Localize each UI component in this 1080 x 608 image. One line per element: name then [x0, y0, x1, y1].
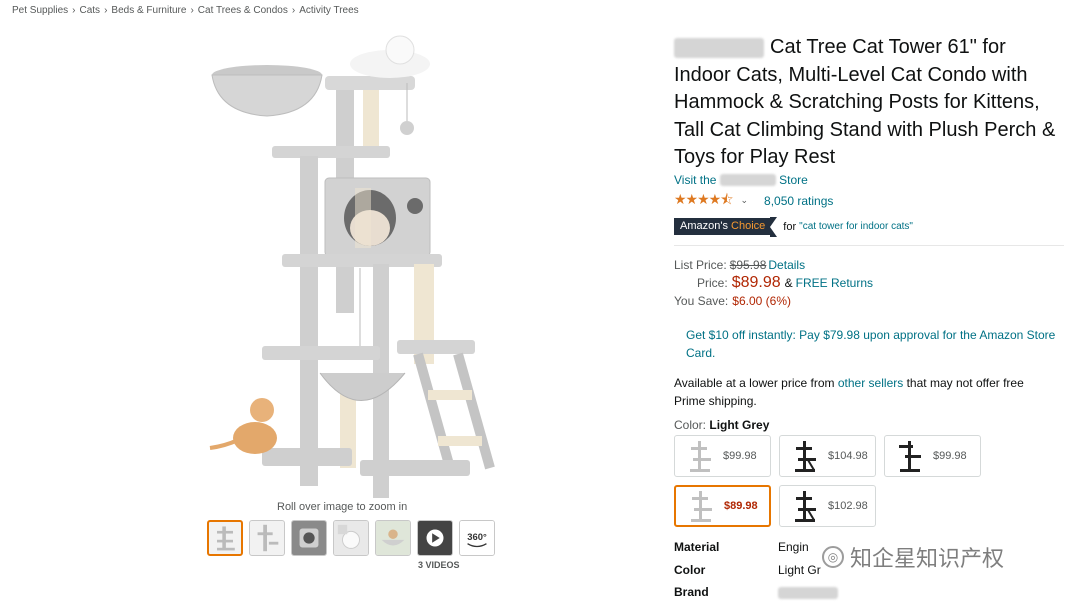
- rating-row: ★★★★⯪ ⌄ 8,050 ratings: [674, 189, 1064, 213]
- amazons-choice-badge: Amazon's Choice: [674, 218, 771, 235]
- product-specs: Material Engin Color Light Gr Brand: [674, 540, 838, 608]
- watermark-logo-icon: ◎: [822, 546, 844, 568]
- thumbnail-4[interactable]: [333, 520, 369, 556]
- breadcrumb-separator: ›: [72, 5, 76, 16]
- grey-cat-tree-icon: [690, 441, 711, 472]
- star-rating-icon[interactable]: ★★★★⯪: [674, 189, 733, 213]
- store-link[interactable]: Visit the Store: [674, 173, 1064, 187]
- black-cat-tree-icon: [795, 441, 816, 472]
- thumbnail-strip: 360°: [207, 520, 495, 556]
- price-row: Price: $89.98 & FREE Returns: [697, 273, 873, 292]
- price-block: List Price: $95.98 Details Price: $89.98…: [674, 256, 1064, 310]
- cat-tree-illustration: [209, 35, 495, 504]
- videos-count: 3 VIDEOS: [418, 560, 460, 570]
- details-link[interactable]: Details: [768, 256, 805, 274]
- selected-color: Light Grey: [709, 417, 770, 432]
- redacted-store-name: [719, 174, 776, 187]
- lower-price-notice: Available at a lower price from other se…: [674, 375, 1024, 408]
- spec-row: Color Light Gr: [674, 562, 821, 577]
- color-swatch[interactable]: $99.98: [674, 435, 771, 477]
- grey-cat-tree-icon: [691, 491, 712, 522]
- thumbnail-1[interactable]: [207, 520, 243, 556]
- color-swatch[interactable]: $104.98: [779, 435, 876, 477]
- black-cat-tree-icon: [899, 441, 921, 472]
- color-swatch[interactable]: $102.98: [779, 485, 876, 527]
- color-swatch-selected[interactable]: $89.98: [674, 485, 771, 527]
- 360-label: 360°: [467, 532, 487, 543]
- free-returns-link[interactable]: FREE Returns: [796, 274, 873, 292]
- chevron-down-icon[interactable]: ⌄: [740, 195, 748, 206]
- spec-row: Brand: [674, 585, 838, 608]
- divider: [674, 244, 1064, 246]
- breadcrumb-beds-furniture[interactable]: Beds & Furniture: [111, 5, 186, 16]
- breadcrumb: Pet Supplies › Cats › Beds & Furniture › Cat T…: [12, 5, 359, 16]
- savings-value: $6.00 (6%): [732, 293, 791, 308]
- redacted-brand-value: [778, 587, 838, 599]
- thumbnail-2[interactable]: [249, 520, 285, 556]
- breadcrumb-activity-trees[interactable]: Activity Trees: [299, 5, 358, 16]
- breadcrumb-separator: ›: [190, 5, 194, 16]
- 360-view-thumbnail[interactable]: 360°: [459, 520, 495, 556]
- store-card-promo[interactable]: Get $10 off instantly: Pay $79.98 upon a…: [686, 326, 1056, 362]
- thumbnail-5[interactable]: [375, 520, 411, 556]
- thumbnail-3[interactable]: [291, 520, 327, 556]
- product-title: Cat Tree Cat Tower 61" for Indoor Cats, …: [674, 36, 1056, 168]
- spec-row: Material Engin: [674, 540, 809, 554]
- choice-keyword-link[interactable]: "cat tower for indoor cats": [799, 221, 913, 232]
- color-swatch[interactable]: $99.98: [884, 435, 981, 477]
- list-price-row: List Price: $95.98 Details: [674, 256, 806, 274]
- amazons-choice-row: Amazon's Choice for "cat tower for indoo…: [674, 216, 1064, 237]
- redacted-brand: [674, 37, 764, 58]
- breadcrumb-pet-supplies[interactable]: Pet Supplies: [12, 5, 68, 16]
- current-price: $89.98: [731, 273, 781, 291]
- breadcrumb-cat-trees-condos[interactable]: Cat Trees & Condos: [198, 5, 288, 16]
- breadcrumb-separator: ›: [291, 5, 296, 16]
- color-selection-label: Color: Light Grey: [674, 417, 770, 432]
- other-sellers-link[interactable]: other sellers: [838, 376, 903, 390]
- badge-notch: [770, 216, 778, 237]
- breadcrumb-cats[interactable]: Cats: [80, 5, 101, 16]
- list-price: $95.98: [729, 257, 767, 272]
- zoom-hint: Roll over image to zoom in: [277, 501, 408, 513]
- savings-row: You Save: $6.00 (6%): [674, 293, 791, 308]
- watermark: ◎ 知企星知识产权: [822, 541, 1004, 573]
- ratings-count-link[interactable]: 8,050 ratings: [764, 194, 833, 208]
- breadcrumb-separator: ›: [104, 5, 108, 16]
- main-product-image[interactable]: [200, 28, 510, 504]
- video-thumbnail[interactable]: [417, 520, 453, 556]
- product-details: Cat Tree Cat Tower 61" for Indoor Cats, …: [674, 34, 1064, 432]
- black-cat-tree-icon: [795, 491, 816, 522]
